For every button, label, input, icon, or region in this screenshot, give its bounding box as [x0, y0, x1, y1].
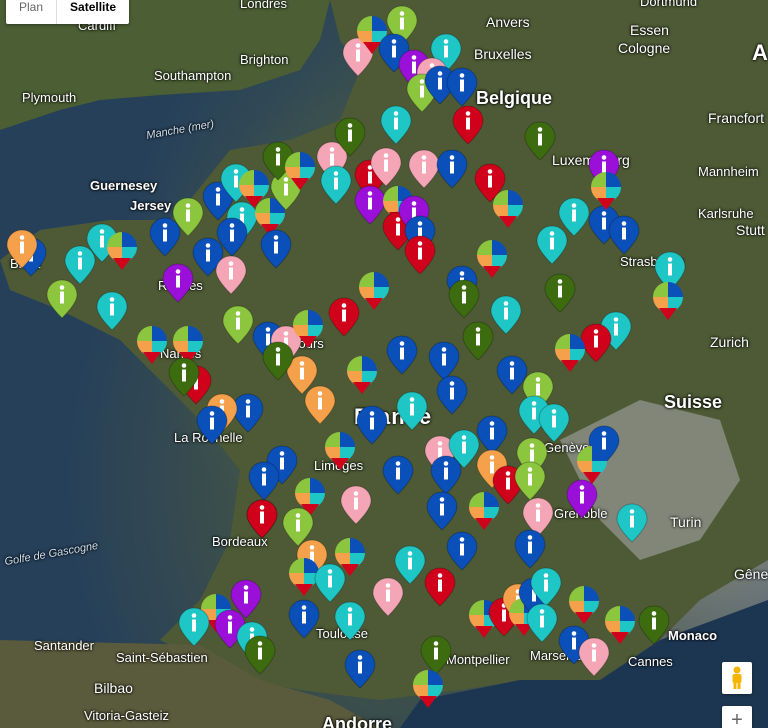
info-marker-icon[interactable]: [637, 604, 671, 646]
info-marker-icon[interactable]: [615, 502, 649, 544]
info-marker-icon[interactable]: [303, 384, 337, 426]
info-marker-icon[interactable]: [339, 484, 373, 526]
country-label-suisse: Suisse: [664, 392, 723, 412]
zoom-in-button[interactable]: +: [722, 706, 752, 728]
country-label-allemagne: A: [752, 40, 768, 65]
info-marker-icon[interactable]: [543, 272, 577, 314]
multi-category-marker-icon[interactable]: [589, 170, 623, 212]
info-marker-icon[interactable]: [513, 528, 547, 570]
city-label-genes: Gêne: [734, 566, 768, 582]
info-marker-icon[interactable]: [247, 460, 281, 502]
city-label-saint-sebastien: Saint-Sébastien: [116, 650, 208, 665]
info-marker-icon[interactable]: [5, 228, 39, 270]
info-marker-icon[interactable]: [607, 214, 641, 256]
city-label-turin: Turin: [670, 514, 702, 530]
info-marker-icon[interactable]: [167, 356, 201, 398]
info-marker-icon[interactable]: [525, 602, 559, 644]
city-label-santander: Santander: [34, 638, 94, 653]
info-marker-icon[interactable]: [451, 104, 485, 146]
info-marker-icon[interactable]: [423, 566, 457, 608]
city-label-vitoria: Vitoria-Gasteiz: [84, 708, 170, 723]
info-marker-icon[interactable]: [327, 296, 361, 338]
info-marker-icon[interactable]: [369, 146, 403, 188]
country-label-belgique: Belgique: [476, 88, 553, 108]
map-type-control: Plan Satellite: [6, 0, 130, 24]
info-marker-icon[interactable]: [523, 120, 557, 162]
multi-category-marker-icon[interactable]: [135, 324, 169, 366]
city-label-anvers: Anvers: [486, 14, 530, 30]
multi-category-marker-icon[interactable]: [467, 490, 501, 532]
city-label-francfort: Francfort: [708, 110, 765, 126]
multi-category-marker-icon[interactable]: [475, 238, 509, 280]
info-marker-icon[interactable]: [435, 148, 469, 190]
info-marker-icon[interactable]: [171, 196, 205, 238]
map-type-satellite-tab[interactable]: Satellite: [56, 0, 129, 24]
city-label-mannheim: Mannheim: [698, 164, 759, 179]
info-marker-icon[interactable]: [259, 228, 293, 270]
city-label-bilbao: Bilbao: [94, 680, 133, 696]
multi-category-marker-icon[interactable]: [345, 354, 379, 396]
info-marker-icon[interactable]: [45, 278, 79, 320]
multi-category-marker-icon[interactable]: [491, 188, 525, 230]
info-marker-icon[interactable]: [287, 598, 321, 640]
island-label-guernesey: Guernesey: [90, 178, 158, 193]
multi-category-marker-icon[interactable]: [553, 332, 587, 374]
info-marker-icon[interactable]: [435, 374, 469, 416]
info-marker-icon[interactable]: [355, 404, 389, 446]
info-marker-icon[interactable]: [447, 278, 481, 320]
city-label-brighton: Brighton: [240, 52, 289, 67]
info-marker-icon[interactable]: [403, 234, 437, 276]
multi-category-marker-icon[interactable]: [411, 668, 445, 710]
city-label-montpellier: Montpellier: [446, 652, 510, 667]
multi-category-marker-icon[interactable]: [651, 280, 685, 322]
pegman-icon: [732, 666, 742, 689]
map-type-plan-tab[interactable]: Plan: [6, 0, 56, 24]
country-label-andorre: Andorre: [322, 714, 393, 728]
info-marker-icon[interactable]: [243, 634, 277, 676]
city-label-bruxelles: Bruxelles: [474, 46, 532, 62]
info-marker-icon[interactable]: [333, 116, 367, 158]
info-marker-icon[interactable]: [95, 290, 129, 332]
info-marker-icon[interactable]: [577, 636, 611, 678]
info-marker-icon[interactable]: [425, 490, 459, 532]
info-marker-icon[interactable]: [557, 196, 591, 238]
city-label-karlsruhe: Karlsruhe: [698, 206, 754, 221]
info-marker-icon[interactable]: [319, 164, 353, 206]
info-marker-icon[interactable]: [214, 254, 248, 296]
multi-category-marker-icon[interactable]: [291, 308, 325, 350]
multi-category-marker-icon[interactable]: [567, 584, 601, 626]
info-marker-icon[interactable]: [565, 478, 599, 520]
info-marker-icon[interactable]: [461, 320, 495, 362]
info-marker-icon[interactable]: [445, 66, 479, 108]
city-label-plymouth: Plymouth: [22, 90, 77, 105]
info-marker-icon[interactable]: [221, 304, 255, 346]
info-marker-icon[interactable]: [333, 600, 367, 642]
city-label-cologne: Cologne: [618, 40, 671, 56]
info-marker-icon[interactable]: [161, 262, 195, 304]
multi-category-marker-icon[interactable]: [357, 270, 391, 312]
island-label-jersey: Jersey: [130, 198, 172, 213]
info-marker-icon[interactable]: [177, 606, 211, 648]
info-marker-icon[interactable]: [245, 498, 279, 540]
street-view-button[interactable]: [722, 662, 752, 694]
info-marker-icon[interactable]: [261, 340, 295, 382]
city-label-essen: Essen: [630, 22, 669, 38]
info-marker-icon[interactable]: [385, 334, 419, 376]
multi-category-marker-icon[interactable]: [283, 150, 317, 192]
info-marker-icon[interactable]: [395, 390, 429, 432]
city-label-monaco: Monaco: [668, 628, 718, 643]
city-label-stuttgart: Stutt: [736, 222, 765, 238]
info-marker-icon[interactable]: [381, 454, 415, 496]
info-marker-icon[interactable]: [195, 404, 229, 446]
city-label-cannes: Cannes: [628, 654, 673, 669]
multi-category-marker-icon[interactable]: [323, 430, 357, 472]
city-label-southampton: Southampton: [154, 68, 232, 83]
city-label-zurich: Zurich: [710, 334, 749, 350]
city-label-londres: Londres: [240, 0, 287, 11]
map-canvas[interactable]: Londres Cardiff Brighton Southampton Ply…: [0, 0, 768, 728]
info-marker-icon[interactable]: [371, 576, 405, 618]
info-marker-icon[interactable]: [343, 648, 377, 690]
city-label-dortmund: Dortmund: [640, 0, 698, 9]
multi-category-marker-icon[interactable]: [105, 230, 139, 272]
